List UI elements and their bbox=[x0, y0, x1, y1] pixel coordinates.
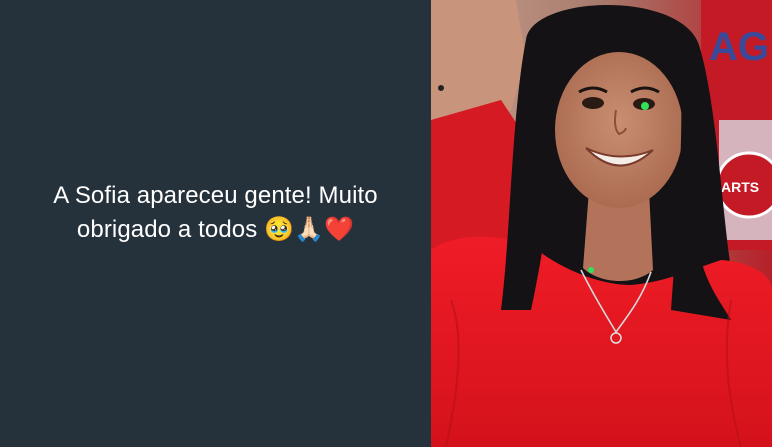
left-eye bbox=[582, 97, 604, 109]
text-panel: A Sofia apareceu gente! Muito obrigado a… bbox=[0, 0, 431, 447]
light-reflection bbox=[641, 102, 649, 110]
photo-panel: AG ARTS bbox=[431, 0, 772, 447]
green-light-dot bbox=[588, 267, 594, 273]
girl-photo: AG ARTS bbox=[431, 0, 772, 447]
background-person-necklace bbox=[438, 85, 444, 91]
status-line-2: obrigado a todos bbox=[76, 215, 258, 243]
status-line-1: A Sofia apareceu gente! Muito bbox=[53, 181, 378, 209]
banner-text-2: ARTS bbox=[721, 179, 759, 195]
story-frame: A Sofia apareceu gente! Muito obrigado a… bbox=[0, 0, 772, 447]
face bbox=[555, 52, 683, 208]
banner-text-1: AG bbox=[709, 25, 769, 69]
status-message: A Sofia apareceu gente! Muito obrigado a… bbox=[53, 179, 377, 247]
emoji-group: 🥹🙏🏻❤️ bbox=[264, 215, 355, 243]
